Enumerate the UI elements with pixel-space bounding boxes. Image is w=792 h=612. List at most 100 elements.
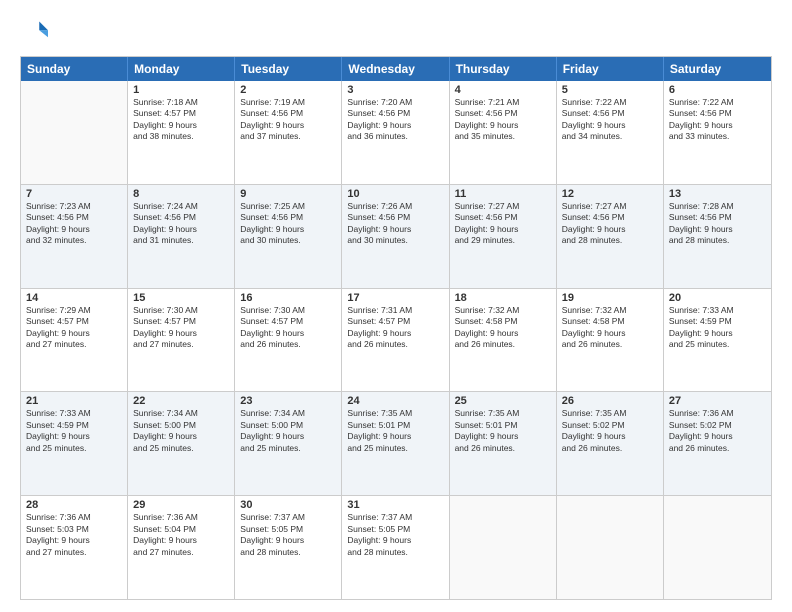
day-info: Sunrise: 7:36 AMSunset: 5:03 PMDaylight:… [26,512,122,558]
day-number: 11 [455,188,551,200]
day-number: 8 [133,188,229,200]
day-number: 31 [347,499,443,511]
day-info: Sunrise: 7:33 AMSunset: 4:59 PMDaylight:… [26,408,122,454]
calendar-cell-day-5: 5Sunrise: 7:22 AMSunset: 4:56 PMDaylight… [557,81,664,184]
day-number: 29 [133,499,229,511]
header [20,18,772,46]
day-number: 26 [562,395,658,407]
day-number: 9 [240,188,336,200]
day-info: Sunrise: 7:33 AMSunset: 4:59 PMDaylight:… [669,305,766,351]
calendar-cell-day-21: 21Sunrise: 7:33 AMSunset: 4:59 PMDayligh… [21,392,128,495]
calendar-cell-day-22: 22Sunrise: 7:34 AMSunset: 5:00 PMDayligh… [128,392,235,495]
calendar-row-1: 1Sunrise: 7:18 AMSunset: 4:57 PMDaylight… [21,81,771,184]
day-info: Sunrise: 7:21 AMSunset: 4:56 PMDaylight:… [455,97,551,143]
calendar-cell-day-11: 11Sunrise: 7:27 AMSunset: 4:56 PMDayligh… [450,185,557,288]
calendar-cell-day-26: 26Sunrise: 7:35 AMSunset: 5:02 PMDayligh… [557,392,664,495]
calendar-cell-day-2: 2Sunrise: 7:19 AMSunset: 4:56 PMDaylight… [235,81,342,184]
day-number: 24 [347,395,443,407]
day-number: 19 [562,292,658,304]
calendar-cell-empty [450,496,557,599]
day-info: Sunrise: 7:23 AMSunset: 4:56 PMDaylight:… [26,201,122,247]
calendar-cell-day-4: 4Sunrise: 7:21 AMSunset: 4:56 PMDaylight… [450,81,557,184]
day-number: 15 [133,292,229,304]
day-number: 21 [26,395,122,407]
calendar-cell-day-19: 19Sunrise: 7:32 AMSunset: 4:58 PMDayligh… [557,289,664,392]
day-info: Sunrise: 7:34 AMSunset: 5:00 PMDaylight:… [240,408,336,454]
calendar-row-4: 21Sunrise: 7:33 AMSunset: 4:59 PMDayligh… [21,391,771,495]
calendar-cell-day-13: 13Sunrise: 7:28 AMSunset: 4:56 PMDayligh… [664,185,771,288]
day-number: 25 [455,395,551,407]
header-day-thursday: Thursday [450,57,557,81]
day-info: Sunrise: 7:36 AMSunset: 5:02 PMDaylight:… [669,408,766,454]
day-number: 28 [26,499,122,511]
day-info: Sunrise: 7:29 AMSunset: 4:57 PMDaylight:… [26,305,122,351]
header-day-friday: Friday [557,57,664,81]
day-number: 20 [669,292,766,304]
calendar-cell-day-15: 15Sunrise: 7:30 AMSunset: 4:57 PMDayligh… [128,289,235,392]
calendar-cell-day-18: 18Sunrise: 7:32 AMSunset: 4:58 PMDayligh… [450,289,557,392]
day-info: Sunrise: 7:22 AMSunset: 4:56 PMDaylight:… [669,97,766,143]
day-number: 14 [26,292,122,304]
day-info: Sunrise: 7:37 AMSunset: 5:05 PMDaylight:… [347,512,443,558]
day-info: Sunrise: 7:19 AMSunset: 4:56 PMDaylight:… [240,97,336,143]
calendar-cell-day-7: 7Sunrise: 7:23 AMSunset: 4:56 PMDaylight… [21,185,128,288]
day-info: Sunrise: 7:37 AMSunset: 5:05 PMDaylight:… [240,512,336,558]
day-info: Sunrise: 7:35 AMSunset: 5:02 PMDaylight:… [562,408,658,454]
calendar-cell-day-6: 6Sunrise: 7:22 AMSunset: 4:56 PMDaylight… [664,81,771,184]
day-info: Sunrise: 7:22 AMSunset: 4:56 PMDaylight:… [562,97,658,143]
calendar-cell-day-28: 28Sunrise: 7:36 AMSunset: 5:03 PMDayligh… [21,496,128,599]
calendar-cell-day-29: 29Sunrise: 7:36 AMSunset: 5:04 PMDayligh… [128,496,235,599]
day-number: 17 [347,292,443,304]
day-number: 12 [562,188,658,200]
calendar-body: 1Sunrise: 7:18 AMSunset: 4:57 PMDaylight… [21,81,771,599]
logo-icon [20,18,48,46]
day-info: Sunrise: 7:35 AMSunset: 5:01 PMDaylight:… [455,408,551,454]
calendar-cell-empty [557,496,664,599]
calendar-row-3: 14Sunrise: 7:29 AMSunset: 4:57 PMDayligh… [21,288,771,392]
calendar-cell-day-16: 16Sunrise: 7:30 AMSunset: 4:57 PMDayligh… [235,289,342,392]
day-number: 22 [133,395,229,407]
calendar-cell-day-14: 14Sunrise: 7:29 AMSunset: 4:57 PMDayligh… [21,289,128,392]
day-number: 3 [347,84,443,96]
calendar-cell-day-9: 9Sunrise: 7:25 AMSunset: 4:56 PMDaylight… [235,185,342,288]
day-number: 16 [240,292,336,304]
day-number: 1 [133,84,229,96]
day-number: 27 [669,395,766,407]
day-info: Sunrise: 7:32 AMSunset: 4:58 PMDaylight:… [562,305,658,351]
calendar-row-5: 28Sunrise: 7:36 AMSunset: 5:03 PMDayligh… [21,495,771,599]
day-info: Sunrise: 7:18 AMSunset: 4:57 PMDaylight:… [133,97,229,143]
day-info: Sunrise: 7:30 AMSunset: 4:57 PMDaylight:… [133,305,229,351]
day-number: 13 [669,188,766,200]
day-number: 4 [455,84,551,96]
calendar-cell-day-12: 12Sunrise: 7:27 AMSunset: 4:56 PMDayligh… [557,185,664,288]
logo [20,18,52,46]
day-number: 10 [347,188,443,200]
day-number: 5 [562,84,658,96]
day-info: Sunrise: 7:24 AMSunset: 4:56 PMDaylight:… [133,201,229,247]
calendar-cell-day-30: 30Sunrise: 7:37 AMSunset: 5:05 PMDayligh… [235,496,342,599]
day-number: 2 [240,84,336,96]
page: SundayMondayTuesdayWednesdayThursdayFrid… [0,0,792,612]
header-day-tuesday: Tuesday [235,57,342,81]
day-number: 18 [455,292,551,304]
calendar-cell-day-17: 17Sunrise: 7:31 AMSunset: 4:57 PMDayligh… [342,289,449,392]
day-number: 23 [240,395,336,407]
header-day-monday: Monday [128,57,235,81]
day-info: Sunrise: 7:27 AMSunset: 4:56 PMDaylight:… [562,201,658,247]
day-info: Sunrise: 7:36 AMSunset: 5:04 PMDaylight:… [133,512,229,558]
calendar-cell-day-8: 8Sunrise: 7:24 AMSunset: 4:56 PMDaylight… [128,185,235,288]
day-info: Sunrise: 7:34 AMSunset: 5:00 PMDaylight:… [133,408,229,454]
calendar-row-2: 7Sunrise: 7:23 AMSunset: 4:56 PMDaylight… [21,184,771,288]
calendar-cell-empty [21,81,128,184]
day-info: Sunrise: 7:20 AMSunset: 4:56 PMDaylight:… [347,97,443,143]
calendar-cell-day-10: 10Sunrise: 7:26 AMSunset: 4:56 PMDayligh… [342,185,449,288]
day-info: Sunrise: 7:32 AMSunset: 4:58 PMDaylight:… [455,305,551,351]
day-number: 7 [26,188,122,200]
calendar-cell-day-20: 20Sunrise: 7:33 AMSunset: 4:59 PMDayligh… [664,289,771,392]
header-day-sunday: Sunday [21,57,128,81]
calendar-cell-day-31: 31Sunrise: 7:37 AMSunset: 5:05 PMDayligh… [342,496,449,599]
day-info: Sunrise: 7:31 AMSunset: 4:57 PMDaylight:… [347,305,443,351]
header-day-saturday: Saturday [664,57,771,81]
day-info: Sunrise: 7:25 AMSunset: 4:56 PMDaylight:… [240,201,336,247]
calendar-cell-day-27: 27Sunrise: 7:36 AMSunset: 5:02 PMDayligh… [664,392,771,495]
